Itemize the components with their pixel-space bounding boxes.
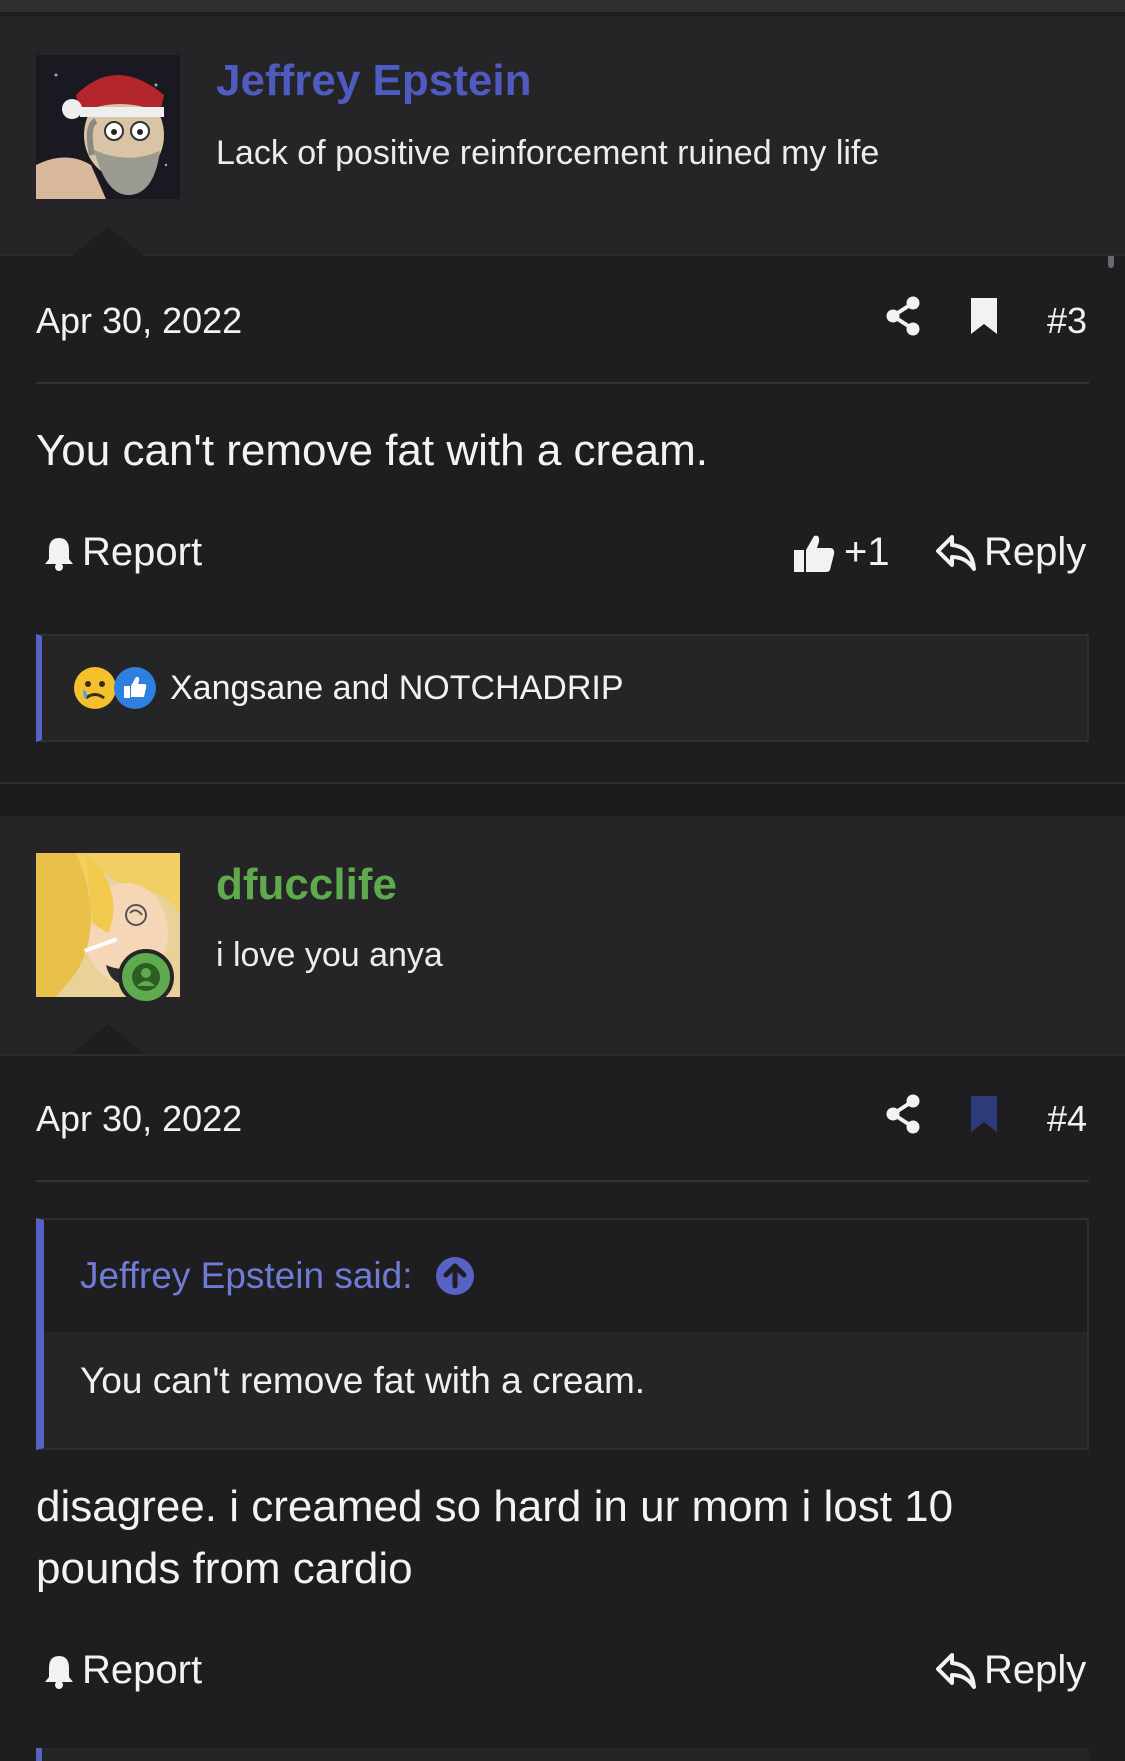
reply-label: Reply (984, 530, 1087, 574)
quote-text: You can't remove fat with a cream. (80, 1360, 646, 1401)
report-label: Report (82, 530, 203, 574)
post-number[interactable]: #3 (1047, 300, 1087, 342)
like-count: +1 (844, 530, 890, 574)
bell-icon (45, 537, 73, 571)
reply-arrow-icon (936, 1652, 976, 1689)
user-header-pointer (72, 226, 144, 256)
next-block-edge (36, 1748, 1089, 1761)
quote-author[interactable]: Jeffrey Epstein said: (80, 1255, 413, 1297)
reactions-text[interactable]: Xangsane and NOTCHADRIP (170, 669, 624, 708)
top-bar (0, 0, 1125, 12)
reply-arrow-icon (936, 534, 976, 571)
username[interactable]: Jeffrey Epstein (216, 56, 531, 106)
sad-face-icon (74, 667, 116, 709)
post-content: disagree. i creamed so hard in ur mom i … (36, 1482, 954, 1593)
reply-label: Reply (984, 1648, 1087, 1692)
share-icon[interactable] (885, 1094, 921, 1139)
quote-block: Jeffrey Epstein said: You can't remove f… (36, 1218, 1089, 1450)
post-3-actions: Report +1 Reply (36, 530, 1089, 590)
post-4-user-header: dfucclife i love you anya (0, 816, 1125, 1056)
post-4-meta: Apr 30, 2022 #4 (36, 1062, 1089, 1182)
jump-to-quote-icon[interactable] (435, 1256, 475, 1296)
avatar-dfucclife[interactable] (36, 853, 180, 1005)
report-label: Report (82, 1648, 203, 1692)
bell-icon (45, 1655, 73, 1689)
quote-header: Jeffrey Epstein said: (44, 1220, 1087, 1332)
post-number[interactable]: #4 (1047, 1098, 1087, 1140)
thumbs-up-reaction-icon (114, 667, 156, 709)
reactions-bar[interactable]: Xangsane and NOTCHADRIP (36, 634, 1089, 742)
share-icon[interactable] (885, 296, 921, 341)
online-status-icon (118, 949, 174, 1005)
username[interactable]: dfucclife (216, 860, 397, 910)
avatar-jeffrey-epstein[interactable] (36, 55, 180, 199)
post-3-meta: Apr 30, 2022 #3 (36, 264, 1089, 384)
user-title: i love you anya (216, 936, 443, 974)
post-separator (0, 782, 1125, 818)
report-button[interactable]: Report (44, 1648, 202, 1693)
bookmark-icon[interactable] (969, 1094, 999, 1139)
user-title: Lack of positive reinforcement ruined my… (216, 134, 880, 172)
bookmark-icon[interactable] (969, 296, 999, 341)
reply-button[interactable]: Reply (936, 1648, 1086, 1693)
user-header-pointer (72, 1024, 144, 1054)
thumbs-up-icon (794, 535, 835, 572)
like-button[interactable]: +1 (792, 530, 890, 575)
post-date[interactable]: Apr 30, 2022 (36, 1098, 242, 1140)
reply-button[interactable]: Reply (936, 530, 1086, 575)
post-3-user-header: Jeffrey Epstein Lack of positive reinfor… (0, 16, 1125, 256)
post-4-actions: Report Reply (36, 1648, 1089, 1708)
post-content: You can't remove fat with a cream. (36, 426, 708, 475)
report-button[interactable]: Report (44, 530, 202, 575)
post-date[interactable]: Apr 30, 2022 (36, 300, 242, 342)
